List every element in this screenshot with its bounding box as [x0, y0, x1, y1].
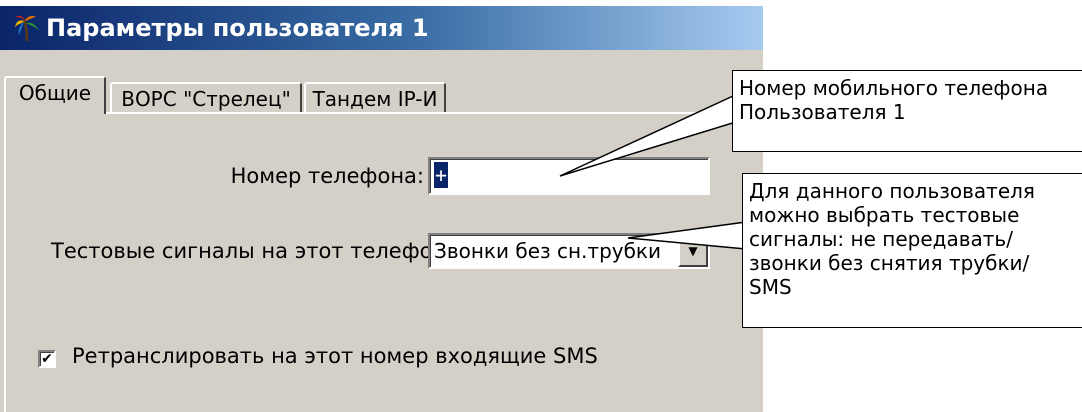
- phone-label: Номер телефона:: [230, 164, 424, 188]
- callout-text: можно выбрать тестовые: [749, 203, 1020, 227]
- chevron-down-icon: ▼: [688, 244, 698, 258]
- test-signals-callout: Для данного пользователя можно выбрать т…: [742, 173, 1082, 328]
- test-signals-select[interactable]: Звонки без сн.трубки ▼: [428, 233, 710, 269]
- callout-text: SMS: [749, 275, 792, 299]
- callout-text: Номер мобильного телефона: [739, 76, 1049, 100]
- callout-text: Пользователя 1: [739, 100, 906, 124]
- checkmark-icon: ✔: [41, 351, 53, 367]
- phone-callout: Номер мобильного телефона Пользователя 1: [732, 70, 1082, 152]
- callout-text: сигналы: не передавать/: [749, 227, 1013, 251]
- tab-strip: Общие ВОРС "Стрелец" Тандем IP-И: [4, 76, 744, 114]
- callout-text: Для данного пользователя: [749, 179, 1035, 203]
- test-signals-label: Тестовые сигналы на этот телефон:: [51, 239, 454, 263]
- test-signals-value: Звонки без сн.трубки: [434, 239, 662, 263]
- tab-vors-strelets[interactable]: ВОРС "Стрелец": [110, 82, 302, 112]
- phone-value: +: [434, 162, 449, 188]
- tab-label: Тандем IP-И: [312, 87, 438, 111]
- window-title: Параметры пользователя 1: [46, 14, 429, 42]
- tab-label: ВОРС "Стрелец": [121, 87, 291, 111]
- tab-label: Общие: [18, 81, 92, 105]
- sms-relay-checkbox[interactable]: ✔: [38, 350, 56, 368]
- title-bar: Параметры пользователя 1: [0, 6, 763, 50]
- sms-relay-label: Ретранслировать на этот номер входящие S…: [72, 344, 598, 368]
- app-icon: [15, 15, 38, 42]
- phone-number-input[interactable]: +: [428, 157, 710, 195]
- dropdown-button[interactable]: ▼: [678, 235, 708, 267]
- tab-general[interactable]: Общие: [4, 76, 106, 114]
- user-settings-window: Параметры пользователя 1 Общие ВОРС "Стр…: [0, 6, 763, 412]
- callout-text: звонки без снятия трубки/: [749, 251, 1030, 275]
- tab-tandem-ip[interactable]: Тандем IP-И: [304, 82, 446, 112]
